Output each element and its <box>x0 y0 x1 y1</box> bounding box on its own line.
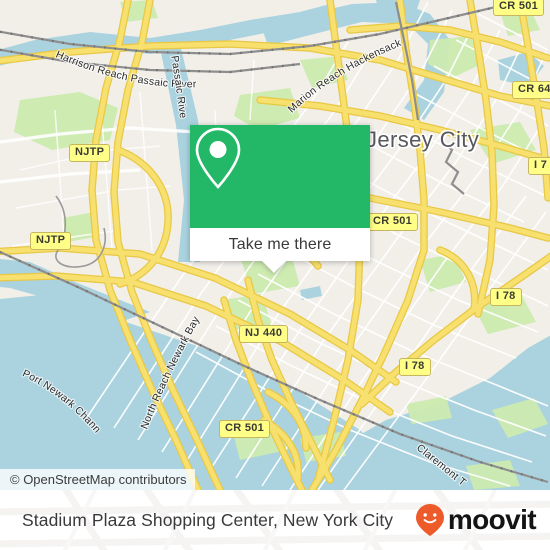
road-shield[interactable]: NJTP <box>69 144 111 162</box>
road-shield[interactable]: CR 644 <box>512 81 550 99</box>
moovit-logo-text: moovit <box>447 504 537 535</box>
footer-bar: Stadium Plaza Shopping Center, New York … <box>0 490 550 550</box>
road-shield[interactable]: CR 501 <box>493 0 545 16</box>
road-shield[interactable]: I 78 <box>399 358 431 376</box>
popup-pointer <box>262 261 286 273</box>
moovit-logo[interactable]: moovit <box>415 490 537 550</box>
take-me-there-button[interactable]: Take me there <box>190 228 370 261</box>
osm-attribution[interactable]: © OpenStreetMap contributors <box>0 469 195 490</box>
road-shield[interactable]: I 7 <box>528 157 550 175</box>
road-shield[interactable]: CR 501 <box>219 420 271 438</box>
moovit-pin-smile-icon <box>415 504 444 536</box>
moovit-map-page: Harrison Reach Passaic River Passaic Riv… <box>0 0 550 550</box>
road-shield[interactable]: I 78 <box>490 288 522 306</box>
popup-icon-area <box>190 125 370 228</box>
road-shield[interactable]: NJTP <box>30 232 72 250</box>
road-shield[interactable]: CR 501 <box>367 213 419 231</box>
road-shield[interactable]: NJ 440 <box>239 325 289 343</box>
location-popup-card[interactable]: Take me there <box>190 125 370 273</box>
map-canvas[interactable]: Harrison Reach Passaic River Passaic Riv… <box>0 0 550 490</box>
map-pin-icon <box>195 127 241 189</box>
place-label-jersey-city: Jersey City <box>366 127 480 152</box>
footer-location-title: Stadium Plaza Shopping Center, New York … <box>22 509 394 530</box>
